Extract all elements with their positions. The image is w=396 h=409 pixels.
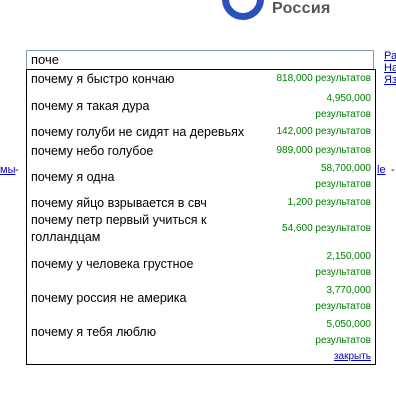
suggestion-text[interactable]: почему я такая дура (31, 98, 149, 115)
logo-region-label: Россия (272, 0, 331, 17)
suggestion-text[interactable]: почему голуби не сидят на деревьях (31, 124, 244, 141)
suggestion-count-value: 5,050,000 (326, 319, 372, 330)
suggestion-text[interactable]: почему петр первый учиться к голландцам (31, 212, 251, 246)
logo-mark (222, 0, 264, 20)
suggestion-count-unit: результатов (315, 335, 371, 346)
close-suggestions-link[interactable]: закрыть (334, 351, 371, 362)
suggestion-count: 142,000 результатов (276, 126, 371, 137)
side-link-2[interactable]: На (384, 62, 396, 74)
suggestion-count: 54,600 результатов (282, 223, 371, 234)
suggestion-count-value: 4,950,000 (326, 93, 372, 104)
suggestion-count-value: 58,700,000 (320, 163, 371, 174)
right-dash: - (388, 164, 395, 176)
suggestion-count: 818,000 результатов (276, 73, 371, 84)
suggestion-count-unit: результатов (315, 267, 371, 278)
left-dash: - (12, 164, 22, 176)
suggestions-dropdown: почему я быстро кончаю 818,000 результат… (26, 69, 376, 365)
suggestion-count: 989,000 результатов (276, 145, 371, 156)
suggestion-text[interactable]: почему небо голубое (31, 143, 153, 160)
suggestion-text[interactable]: почему у человека грустное (31, 256, 193, 273)
side-link-1[interactable]: Ра (384, 50, 396, 62)
right-link[interactable]: le (377, 164, 386, 176)
suggestion-text[interactable]: почему я быстро кончаю (31, 71, 174, 88)
suggestion-text[interactable]: почему я тебя люблю (31, 324, 156, 341)
suggestion-count-unit: результатов (315, 301, 371, 312)
suggestion-text[interactable]: почему я одна (31, 169, 114, 186)
suggestion-text[interactable]: почему яйцо взрывается в свч (31, 195, 207, 212)
suggestion-count-unit: результатов (315, 109, 371, 120)
suggestion-count: 1,200 результатов (287, 197, 371, 208)
suggestion-count-unit: результатов (315, 179, 371, 190)
suggestion-count-value: 3,770,000 (326, 285, 372, 296)
suggestion-text[interactable]: почему россия не америка (31, 290, 186, 307)
suggestion-count-value: 2,150,000 (326, 251, 372, 262)
side-link-3[interactable]: Яз (384, 74, 396, 86)
search-input[interactable]: поче (26, 50, 374, 70)
logo: Россия (222, 0, 342, 26)
